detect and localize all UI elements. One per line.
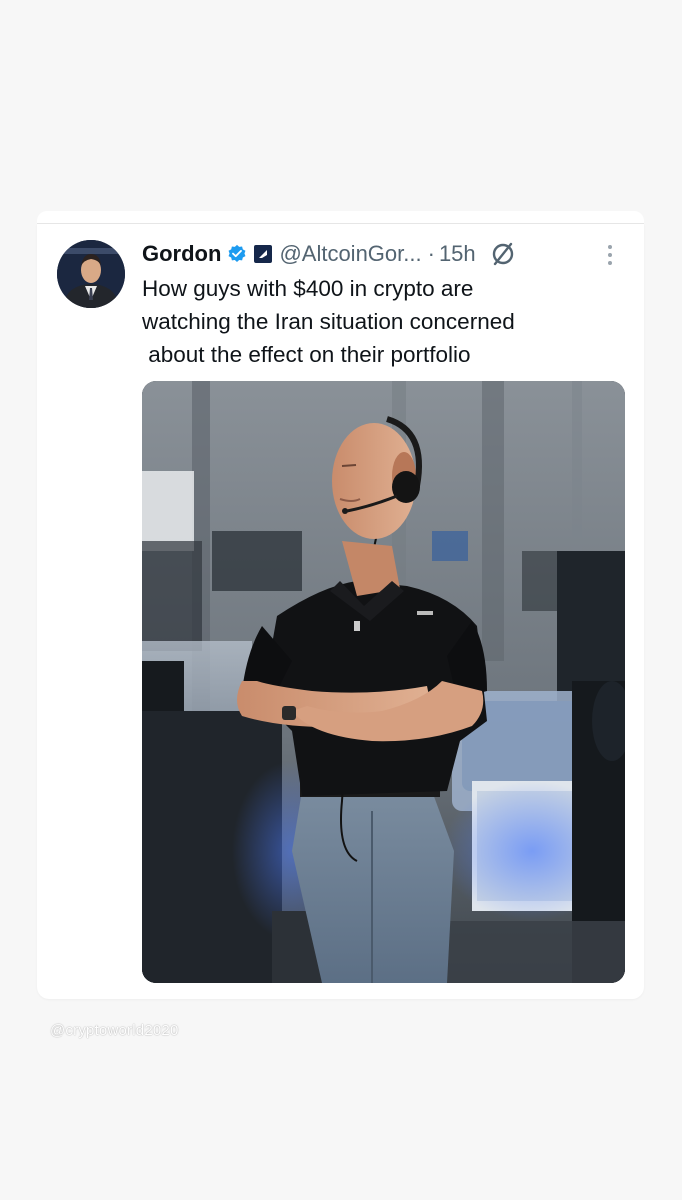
tweet-text-line: How guys with $400 in crypto are xyxy=(142,276,474,301)
tweet-text-line: about the effect on their portfolio xyxy=(142,342,471,367)
separator-dot: · xyxy=(427,241,435,266)
tweet-text: How guys with $400 in crypto are watchin… xyxy=(142,272,612,371)
photo-of-man-with-headset-in-control-room-icon xyxy=(142,381,625,983)
previous-card-edge xyxy=(37,211,644,224)
avatar-portrait-icon xyxy=(57,240,125,308)
watermark-text: @cryptoworld2020 xyxy=(50,1022,179,1039)
tweet-text-line: watching the Iran situation concerned xyxy=(142,309,515,334)
avatar[interactable] xyxy=(57,240,125,308)
display-name[interactable]: Gordon xyxy=(142,241,221,267)
more-options-icon[interactable] xyxy=(598,242,622,268)
tweet-media-photo[interactable] xyxy=(142,381,625,983)
user-handle[interactable]: @AltcoinGor... xyxy=(279,241,421,267)
tweet-header: Gordon @AltcoinGor... · 15h xyxy=(142,238,516,270)
tweet-card[interactable]: Gordon @AltcoinGor... · 15h How guys wit… xyxy=(37,224,644,999)
grok-icon[interactable] xyxy=(490,241,516,267)
verified-badge-icon xyxy=(228,244,246,262)
tweet-timestamp[interactable]: 15h xyxy=(439,241,476,267)
screenshot-page: Gordon @AltcoinGor... · 15h How guys wit… xyxy=(0,0,682,1200)
affiliate-badge-icon xyxy=(254,245,273,263)
